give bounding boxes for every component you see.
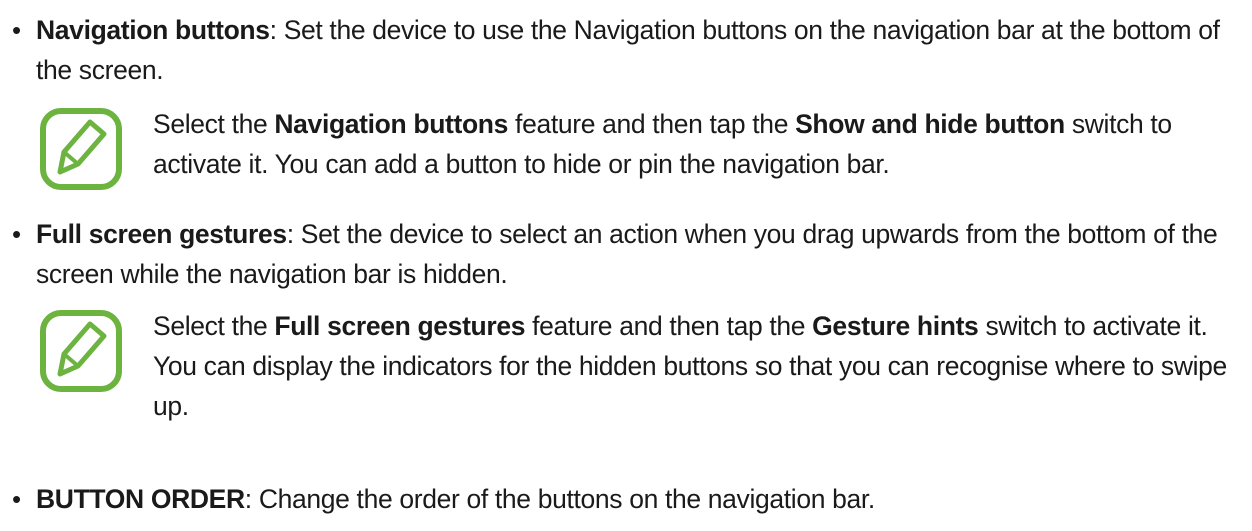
term-full-screen-gestures: Full screen gestures (36, 219, 287, 249)
term-gesture-hints: Gesture hints (812, 311, 979, 341)
term-full-screen-gestures: Full screen gestures (274, 311, 526, 341)
term-navigation-buttons: Navigation buttons (274, 109, 509, 139)
item-text: Navigation buttons: Set the device to us… (36, 10, 1244, 90)
list-item-button-order: • BUTTON ORDER: Change the order of the … (0, 479, 1252, 519)
list-item-full-screen-gestures: • Full screen gestures: Set the device t… (0, 214, 1252, 294)
bullet-point: • (12, 219, 22, 249)
term-show-and-hide-button: Show and hide button (795, 109, 1065, 139)
document-page: • Navigation buttons: Set the device to … (0, 0, 1252, 531)
note-text: Select the Full screen gestures feature … (153, 311, 1227, 421)
note-text: Select the Navigation buttons feature an… (153, 109, 1172, 179)
term-button-order: BUTTON ORDER (36, 484, 245, 514)
list-item-navigation-buttons: • Navigation buttons: Set the device to … (0, 10, 1252, 90)
bullet-point: • (12, 15, 22, 45)
note-full-screen-gestures: Select the Full screen gestures feature … (0, 306, 1252, 436)
bullet-point: • (12, 484, 22, 514)
note-pencil-icon (40, 108, 122, 190)
term-navigation-buttons: Navigation buttons (36, 15, 270, 45)
item-text: Full screen gestures: Set the device to … (36, 214, 1244, 294)
item-text: BUTTON ORDER: Change the order of the bu… (36, 479, 1244, 519)
note-navigation-buttons: Select the Navigation buttons feature an… (0, 104, 1252, 194)
item-description: : Change the order of the buttons on the… (244, 484, 875, 514)
note-pencil-icon (40, 310, 122, 392)
